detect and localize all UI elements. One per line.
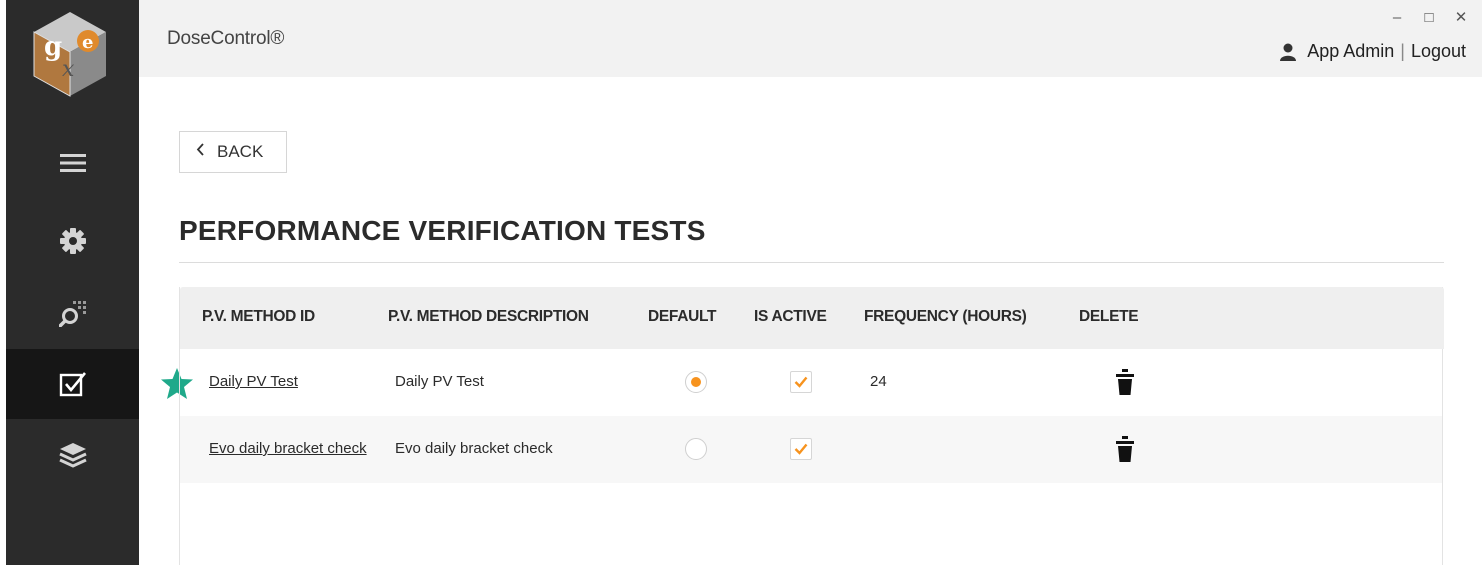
svg-text:x: x	[62, 57, 75, 82]
table-row: Daily PV Test Daily PV Test 24	[180, 349, 1442, 416]
trash-icon[interactable]	[1115, 369, 1135, 400]
method-id-link[interactable]: Daily PV Test	[209, 373, 298, 390]
title-divider	[179, 262, 1444, 263]
default-radio[interactable]	[685, 371, 707, 393]
svg-text:e: e	[82, 32, 93, 53]
table-row: Evo daily bracket check Evo daily bracke…	[180, 416, 1442, 483]
checkbox-icon	[59, 372, 86, 397]
column-header-frequency: FREQUENCY (HOURS)	[864, 308, 1027, 325]
svg-text:g: g	[44, 32, 62, 62]
minimize-button[interactable]: –	[1388, 8, 1406, 26]
sidebar-item-verification[interactable]	[6, 349, 139, 419]
layers-icon	[58, 443, 87, 468]
checkmark-icon	[794, 376, 808, 388]
active-checkbox[interactable]	[790, 371, 812, 393]
column-header-active: IS ACTIVE	[754, 308, 827, 325]
back-button[interactable]: BACK	[179, 131, 287, 173]
close-button[interactable]: ✕	[1452, 8, 1470, 26]
app-title: DoseControl®	[167, 28, 285, 49]
gear-icon	[59, 228, 86, 254]
gex-logo-icon: g e x	[32, 10, 108, 98]
page-title: PERFORMANCE VERIFICATION TESTS	[179, 215, 706, 246]
window-controls: – □ ✕	[1388, 8, 1470, 27]
sidebar: g e x	[0, 0, 139, 565]
search-grid-icon	[58, 301, 86, 327]
sidebar-item-menu[interactable]	[6, 128, 139, 198]
back-label: BACK	[217, 142, 264, 161]
method-id-link[interactable]: Evo daily bracket check	[209, 440, 367, 457]
column-header-id: P.V. METHOD ID	[202, 308, 315, 325]
top-header: DoseControl® – □ ✕ App Admin | Logout	[139, 0, 1482, 77]
column-header-delete: DELETE	[1079, 308, 1139, 325]
pv-table: P.V. METHOD ID P.V. METHOD DESCRIPTION D…	[179, 287, 1444, 565]
default-radio[interactable]	[685, 438, 707, 460]
logout-link[interactable]: Logout	[1411, 41, 1466, 62]
sidebar-item-layers[interactable]	[6, 420, 139, 490]
table-header: P.V. METHOD ID P.V. METHOD DESCRIPTION D…	[180, 287, 1444, 349]
sidebar-item-settings[interactable]	[6, 206, 139, 276]
user-area: App Admin | Logout	[1279, 41, 1466, 62]
method-description: Evo daily bracket check	[395, 440, 553, 457]
maximize-button[interactable]: □	[1420, 8, 1438, 26]
sidebar-item-search[interactable]	[6, 278, 139, 348]
chevron-left-icon	[196, 143, 205, 161]
column-header-description: P.V. METHOD DESCRIPTION	[388, 308, 589, 325]
active-checkbox[interactable]	[790, 438, 812, 460]
trash-icon[interactable]	[1115, 436, 1135, 467]
hamburger-icon	[59, 154, 86, 172]
checkmark-icon	[794, 443, 808, 455]
frequency-value: 24	[870, 373, 887, 390]
method-description: Daily PV Test	[395, 373, 484, 390]
user-icon	[1279, 43, 1297, 61]
column-header-default: DEFAULT	[648, 308, 717, 325]
user-name[interactable]: App Admin	[1307, 41, 1394, 62]
user-separator: |	[1400, 41, 1405, 61]
